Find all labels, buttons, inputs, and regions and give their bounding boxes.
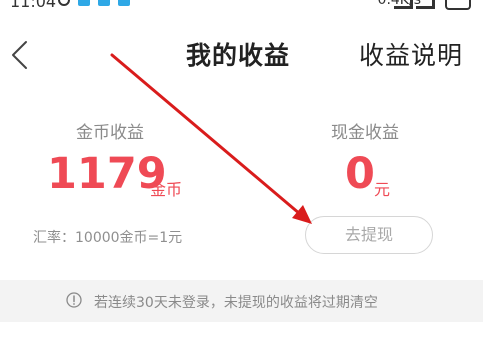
info-circle-icon [66, 292, 82, 308]
coin-earnings-unit: 金币 [150, 180, 183, 199]
exchange-rate-text: 汇率：10000金币=1元 [33, 230, 183, 246]
chevron-left-icon [12, 41, 27, 69]
withdraw-button[interactable]: 去提现 [305, 216, 433, 254]
status-time: 11:04 [10, 0, 57, 11]
coin-earnings-label: 金币收益 [76, 123, 144, 143]
notification-icon [58, 0, 70, 6]
cash-earnings-label: 现金收益 [331, 123, 399, 143]
coin-earnings-value: 1179 [47, 149, 167, 199]
signal-icon [394, 0, 413, 9]
cash-earnings-value: 0 [345, 149, 375, 199]
app-icon [98, 0, 110, 6]
expiry-notice-text: 若连续30天未登录，未提现的收益将过期清空 [94, 295, 378, 311]
back-button[interactable] [6, 38, 32, 72]
earnings-explanation-link[interactable]: 收益说明 [359, 36, 463, 72]
status-bar: 11:04 0.4K/s [0, 0, 483, 22]
cash-earnings-unit: 元 [374, 180, 391, 199]
wifi-icon [416, 0, 435, 9]
earnings-page: 11:04 0.4K/s 我的收益 收益说明 金币收益 1179 金币 现金收益… [0, 0, 483, 343]
expiry-notice-bar: 若连续30天未登录，未提现的收益将过期清空 [0, 280, 483, 322]
app-icon [118, 0, 130, 6]
battery-icon [445, 0, 471, 10]
page-title: 我的收益 [186, 41, 291, 70]
app-icon [78, 0, 90, 6]
